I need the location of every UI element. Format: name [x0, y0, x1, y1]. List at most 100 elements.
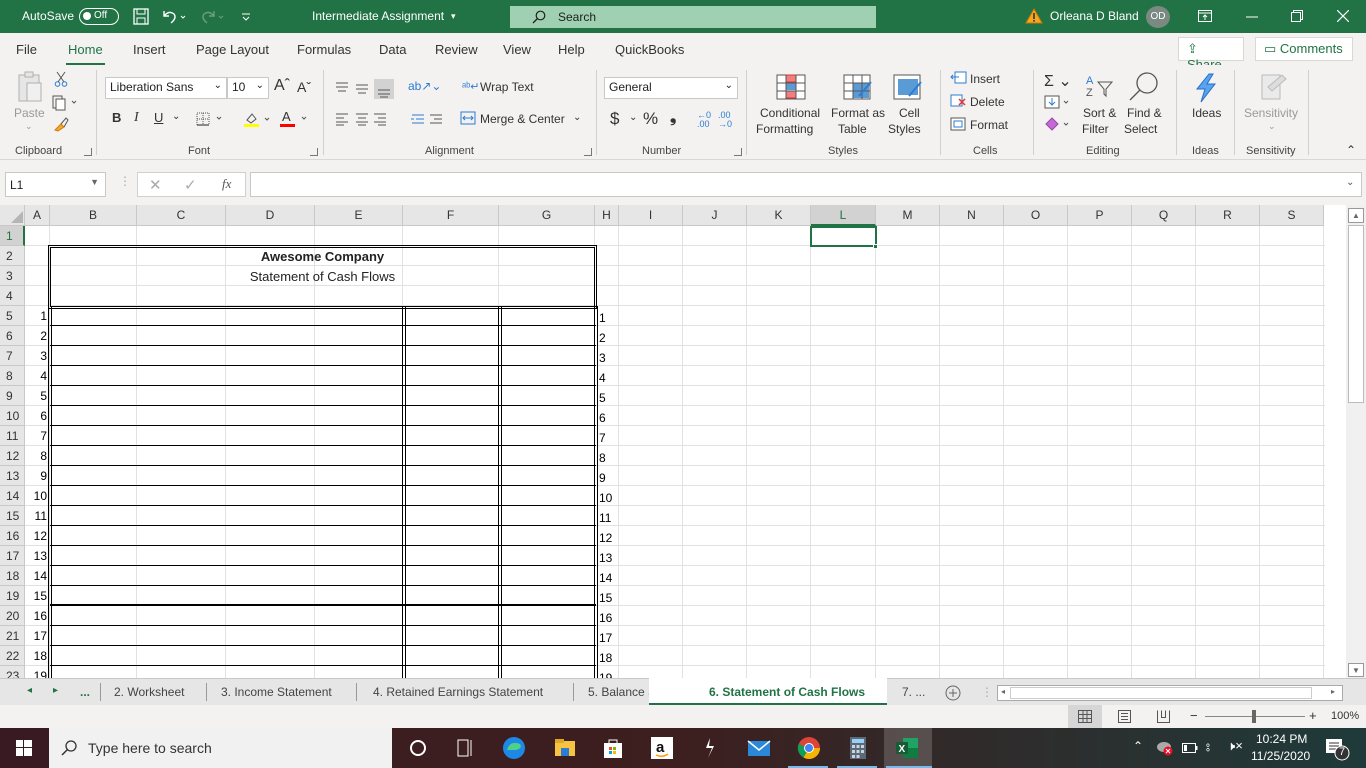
page-layout-view-icon[interactable] — [1118, 710, 1131, 723]
row-header-13[interactable]: 13 — [0, 466, 25, 486]
autosum-icon[interactable]: Σ ⌄ — [1044, 71, 1072, 91]
underline-dropdown-icon[interactable]: ⌄ — [172, 111, 180, 122]
merge-dropdown-icon[interactable]: ⌄ — [573, 112, 581, 123]
increase-decimal-icon[interactable]: ←0.00 — [697, 111, 711, 129]
scroll-down-button[interactable]: ▼ — [1348, 663, 1364, 677]
row-header-14[interactable]: 14 — [0, 486, 25, 506]
row-header-19[interactable]: 19 — [0, 586, 25, 606]
sort-filter-button[interactable]: Sort & — [1083, 106, 1116, 120]
restore-icon[interactable] — [1291, 10, 1303, 22]
zoom-slider-thumb[interactable] — [1252, 710, 1256, 723]
clock-time[interactable]: 10:24 PM — [1256, 732, 1307, 746]
scroll-up-button[interactable]: ▲ — [1348, 208, 1364, 223]
line-number-right[interactable]: 7 — [599, 428, 606, 448]
italic-button[interactable]: I — [134, 110, 139, 126]
column-header-R[interactable]: R — [1196, 205, 1260, 226]
line-number-right[interactable]: 8 — [599, 448, 606, 468]
column-header-D[interactable]: D — [226, 205, 315, 226]
currency-dropdown-icon[interactable]: ⌄ — [629, 112, 637, 123]
column-header-S[interactable]: S — [1260, 205, 1324, 226]
search-box[interactable]: Search — [510, 6, 876, 28]
row-header-20[interactable]: 20 — [0, 606, 25, 626]
zoom-level[interactable]: 100% — [1331, 710, 1359, 722]
conditional-formatting-label2[interactable]: Formatting — [756, 122, 813, 136]
column-header-H[interactable]: H — [595, 205, 619, 226]
line-number-right[interactable]: 15 — [599, 588, 612, 608]
row-header-15[interactable]: 15 — [0, 506, 25, 526]
sort-filter-label2[interactable]: Filter — [1082, 122, 1109, 136]
line-number-left[interactable]: 1 — [25, 306, 47, 326]
format-button[interactable]: Format — [970, 118, 1008, 132]
line-number-right[interactable]: 17 — [599, 628, 612, 648]
column-header-O[interactable]: O — [1004, 205, 1068, 226]
merge-center-button[interactable]: Merge & Center — [480, 112, 565, 126]
line-number-right[interactable]: 12 — [599, 528, 612, 548]
clear-icon[interactable] — [1044, 117, 1074, 131]
horizontal-scrollbar[interactable]: ◂ ▸ — [997, 685, 1343, 701]
formula-bar-grip-icon[interactable]: ⋮ — [119, 174, 131, 188]
paste-dropdown-icon[interactable]: ⌄ — [25, 121, 33, 132]
bold-button[interactable]: B — [112, 110, 121, 125]
close-icon[interactable] — [1337, 10, 1349, 22]
customize-qat-icon[interactable] — [241, 10, 251, 22]
tab-home[interactable]: Home — [66, 42, 105, 66]
column-header-M[interactable]: M — [876, 205, 940, 226]
ribbon-display-options-icon[interactable] — [1198, 10, 1212, 22]
tab-data[interactable]: Data — [379, 42, 406, 57]
cell-styles-button[interactable]: Cell — [899, 106, 920, 120]
decrease-font-icon[interactable]: Aˇ — [297, 79, 311, 95]
number-format-dropdown[interactable]: General ⌄ — [604, 77, 738, 99]
cut-icon[interactable] — [54, 71, 68, 87]
row-header-23[interactable]: 23 — [0, 666, 25, 678]
show-hidden-icons[interactable]: ⌃ — [1133, 739, 1143, 753]
row-header-5[interactable]: 5 — [0, 306, 25, 326]
alignment-launcher-icon[interactable] — [584, 148, 592, 156]
line-number-left[interactable]: 18 — [25, 646, 47, 666]
battery-icon[interactable] — [1182, 742, 1198, 754]
row-header-4[interactable]: 4 — [0, 286, 25, 306]
line-number-right[interactable]: 13 — [599, 548, 612, 568]
amazon-icon[interactable]: a — [650, 736, 674, 760]
vertical-scroll-thumb[interactable] — [1348, 225, 1364, 403]
row-header-3[interactable]: 3 — [0, 266, 25, 286]
tab-formulas[interactable]: Formulas — [297, 42, 351, 57]
wifi-icon[interactable]: ⦂ — [1206, 739, 1210, 755]
line-number-right[interactable]: 3 — [599, 348, 606, 368]
insert-button[interactable]: Insert — [970, 72, 1000, 86]
prev-sheet-icon[interactable]: ◂ — [27, 685, 32, 696]
line-number-right[interactable]: 19 — [599, 668, 612, 678]
normal-view-icon[interactable] — [1078, 710, 1092, 723]
row-header-18[interactable]: 18 — [0, 566, 25, 586]
row-header-11[interactable]: 11 — [0, 426, 25, 446]
expand-formula-bar-icon[interactable]: ⌄ — [1346, 177, 1354, 188]
file-explorer-icon[interactable] — [553, 736, 577, 760]
cell-styles-label2[interactable]: Styles — [888, 122, 921, 136]
next-sheet-icon[interactable]: ▸ — [53, 685, 58, 696]
horizontal-scroll-thumb[interactable] — [1010, 687, 1312, 699]
font-name-dropdown[interactable]: Liberation Sans ⌄ — [105, 77, 227, 99]
sheet-tab-worksheet[interactable]: 2. Worksheet — [114, 685, 184, 699]
fill-handle[interactable] — [873, 244, 878, 249]
mail-icon[interactable] — [747, 736, 771, 760]
sheet-tab-income-statement[interactable]: 3. Income Statement — [221, 685, 332, 699]
currency-button[interactable]: $ — [610, 109, 619, 129]
line-number-right[interactable]: 16 — [599, 608, 612, 628]
line-number-left[interactable]: 15 — [25, 586, 47, 606]
calculator-icon[interactable] — [846, 736, 870, 760]
column-header-I[interactable]: I — [619, 205, 683, 226]
line-number-left[interactable]: 14 — [25, 566, 47, 586]
tab-quickbooks[interactable]: QuickBooks — [615, 42, 684, 57]
orientation-icon[interactable]: ab↗⌄ — [408, 79, 441, 93]
font-color-icon[interactable]: A — [280, 109, 310, 128]
save-icon[interactable] — [133, 8, 149, 25]
line-number-left[interactable]: 7 — [25, 426, 47, 446]
paste-label[interactable]: Paste — [14, 106, 45, 120]
task-view-icon[interactable] — [453, 736, 477, 760]
page-break-view-icon[interactable] — [1157, 710, 1170, 723]
percent-button[interactable]: % — [643, 109, 658, 129]
line-number-right[interactable]: 11 — [599, 508, 611, 528]
underline-button[interactable]: U — [154, 110, 163, 125]
line-number-right[interactable]: 2 — [599, 328, 606, 348]
zoom-out-button[interactable]: − — [1190, 708, 1198, 723]
zoom-in-button[interactable]: + — [1309, 708, 1317, 723]
